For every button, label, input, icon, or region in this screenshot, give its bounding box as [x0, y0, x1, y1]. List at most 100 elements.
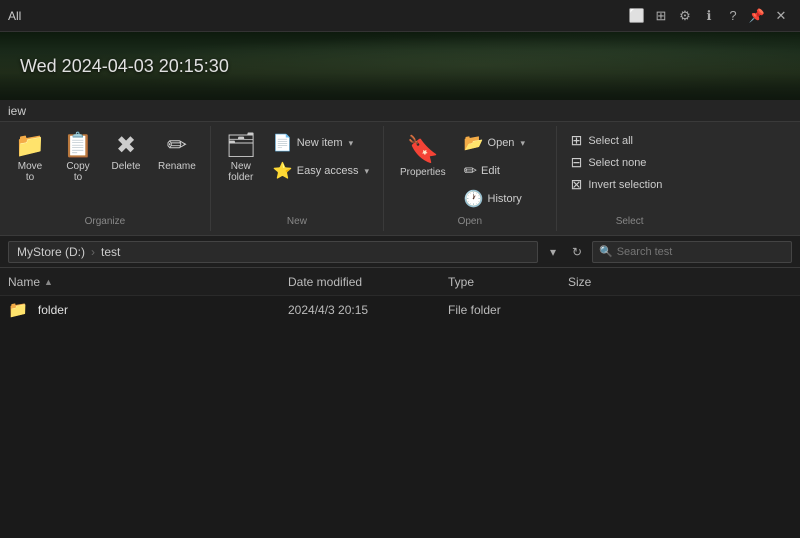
new-item-button[interactable]: 📄 New item ▾ [267, 130, 375, 156]
delete-button[interactable]: ✖ Delete [104, 130, 148, 176]
file-type-text: File folder [448, 303, 501, 317]
select-none-label: Select none [588, 157, 646, 169]
copy-to-button[interactable]: 📋 Copyto [56, 130, 100, 187]
title-bar-text: All [8, 9, 21, 23]
properties-icon: 🔖 [407, 134, 439, 165]
move-to-button[interactable]: 📁 Moveto [8, 130, 52, 187]
open-button[interactable]: 📂 Open ▾ [458, 130, 548, 156]
open-col: 📂 Open ▾ ✏ Edit 🕐 History [458, 130, 548, 212]
address-separator: › [91, 245, 95, 259]
edit-button[interactable]: ✏ Edit [458, 158, 548, 184]
file-date-text: 2024/4/3 20:15 [288, 303, 368, 317]
new-col: 📄 New item ▾ ⭐ Easy access ▾ [267, 130, 375, 184]
ribbon-header: iew [0, 100, 800, 122]
rename-icon: ✏ [167, 134, 187, 158]
file-type-cell: File folder [448, 303, 568, 317]
rename-button[interactable]: ✏ Rename [152, 130, 202, 176]
help-icon[interactable]: ? [722, 5, 744, 27]
select-none-button[interactable]: ⊟ Select none [565, 152, 695, 173]
hero-datetime: Wed 2024-04-03 20:15:30 [20, 56, 229, 77]
invert-selection-button[interactable]: ⊠ Invert selection [565, 174, 695, 195]
address-drive: MyStore (D:) [17, 245, 85, 259]
col-type-label: Type [448, 275, 474, 289]
title-bar-controls: ⬜ ⊞ ⚙ ℹ ? 📌 ✕ [626, 5, 792, 27]
hero-area: Wed 2024-04-03 20:15:30 [0, 32, 800, 100]
copy-to-label: Copyto [66, 161, 89, 183]
open-items: 🔖 Properties 📂 Open ▾ ✏ Edit 🕐 [392, 130, 548, 212]
col-size-label: Size [568, 275, 591, 289]
ribbon-group-new: 🗂 Newfolder 📄 New item ▾ ⭐ Easy access ▾ [211, 126, 384, 231]
easy-access-label: Easy access [297, 165, 359, 177]
invert-selection-icon: ⊠ [571, 176, 583, 193]
search-icon: 🔍 [599, 245, 613, 258]
file-list-header: Name ▲ Date modified Type Size [0, 268, 800, 296]
rename-label: Rename [158, 161, 196, 172]
select-none-icon: ⊟ [571, 154, 583, 171]
select-items: ⊞ Select all ⊟ Select none ⊠ Invert sele… [565, 130, 695, 212]
open-label: Open [488, 137, 515, 149]
new-folder-button[interactable]: 🗂 Newfolder [219, 130, 263, 187]
address-subfolder: test [101, 245, 120, 259]
select-all-icon: ⊞ [571, 132, 583, 149]
ribbon-content: 📁 Moveto 📋 Copyto ✖ Delete ✏ Rename Orga… [0, 122, 800, 235]
address-refresh-button[interactable]: ↻ [566, 241, 588, 263]
history-button[interactable]: 🕐 History [458, 186, 548, 212]
new-folder-label: Newfolder [228, 161, 253, 183]
ribbon-group-select: ⊞ Select all ⊟ Select none ⊠ Invert sele… [557, 126, 703, 231]
grid-icon[interactable]: ⊞ [650, 5, 672, 27]
col-date-header[interactable]: Date modified [288, 275, 448, 289]
select-label: Select [616, 216, 644, 227]
new-item-icon: 📄 [273, 133, 293, 153]
col-type-header[interactable]: Type [448, 275, 568, 289]
folder-icon: 📁 [8, 300, 28, 320]
easy-access-arrow: ▾ [364, 166, 369, 177]
select-all-label: Select all [588, 135, 633, 147]
info-icon[interactable]: ℹ [698, 5, 720, 27]
ribbon-group-organize: 📁 Moveto 📋 Copyto ✖ Delete ✏ Rename Orga… [0, 126, 211, 231]
monitor-icon[interactable]: ⬜ [626, 5, 648, 27]
move-to-icon: 📁 [15, 134, 45, 158]
search-box[interactable]: 🔍 [592, 241, 792, 263]
settings-icon[interactable]: ⚙ [674, 5, 696, 27]
select-all-button[interactable]: ⊞ Select all [565, 130, 695, 151]
open-arrow: ▾ [520, 138, 525, 149]
col-date-label: Date modified [288, 275, 362, 289]
edit-icon: ✏ [464, 161, 477, 181]
delete-icon: ✖ [116, 134, 136, 158]
new-folder-icon: 🗂 [226, 134, 256, 158]
organize-items: 📁 Moveto 📋 Copyto ✖ Delete ✏ Rename [8, 130, 202, 212]
open-icon: 📂 [464, 133, 484, 153]
address-controls: ▾ ↻ [542, 241, 588, 263]
properties-button[interactable]: 🔖 Properties [392, 130, 454, 182]
col-size-header[interactable]: Size [568, 275, 668, 289]
col-name-header[interactable]: Name ▲ [8, 275, 288, 289]
table-row[interactable]: 📁 folder 2024/4/3 20:15 File folder [0, 296, 800, 324]
title-bar-left: All [8, 9, 21, 23]
ribbon-view-label: iew [8, 104, 26, 118]
new-items: 🗂 Newfolder 📄 New item ▾ ⭐ Easy access ▾ [219, 130, 375, 212]
move-to-label: Moveto [18, 161, 42, 183]
properties-label: Properties [400, 167, 446, 178]
address-down-button[interactable]: ▾ [542, 241, 564, 263]
close-icon[interactable]: ✕ [770, 5, 792, 27]
file-list: Name ▲ Date modified Type Size 📁 folder … [0, 268, 800, 324]
sort-arrow-icon: ▲ [44, 277, 53, 287]
new-item-label: New item [297, 137, 343, 149]
history-label: History [488, 193, 522, 205]
copy-to-icon: 📋 [63, 134, 93, 158]
file-name-text: folder [38, 303, 68, 317]
easy-access-button[interactable]: ⭐ Easy access ▾ [267, 158, 375, 184]
address-path[interactable]: MyStore (D:) › test [8, 241, 538, 263]
file-name-cell: 📁 folder [8, 300, 288, 320]
open-label: Open [458, 216, 482, 227]
select-group: ⊞ Select all ⊟ Select none ⊠ Invert sele… [565, 130, 695, 195]
title-bar: All ⬜ ⊞ ⚙ ℹ ? 📌 ✕ [0, 0, 800, 32]
ribbon: iew 📁 Moveto 📋 Copyto ✖ Delete ✏ [0, 100, 800, 236]
easy-access-icon: ⭐ [273, 161, 293, 181]
pin-icon[interactable]: 📌 [746, 5, 768, 27]
invert-selection-label: Invert selection [588, 179, 662, 191]
organize-label: Organize [85, 216, 126, 227]
search-input[interactable] [617, 246, 785, 258]
history-icon: 🕐 [464, 189, 484, 209]
address-bar: MyStore (D:) › test ▾ ↻ 🔍 [0, 236, 800, 268]
